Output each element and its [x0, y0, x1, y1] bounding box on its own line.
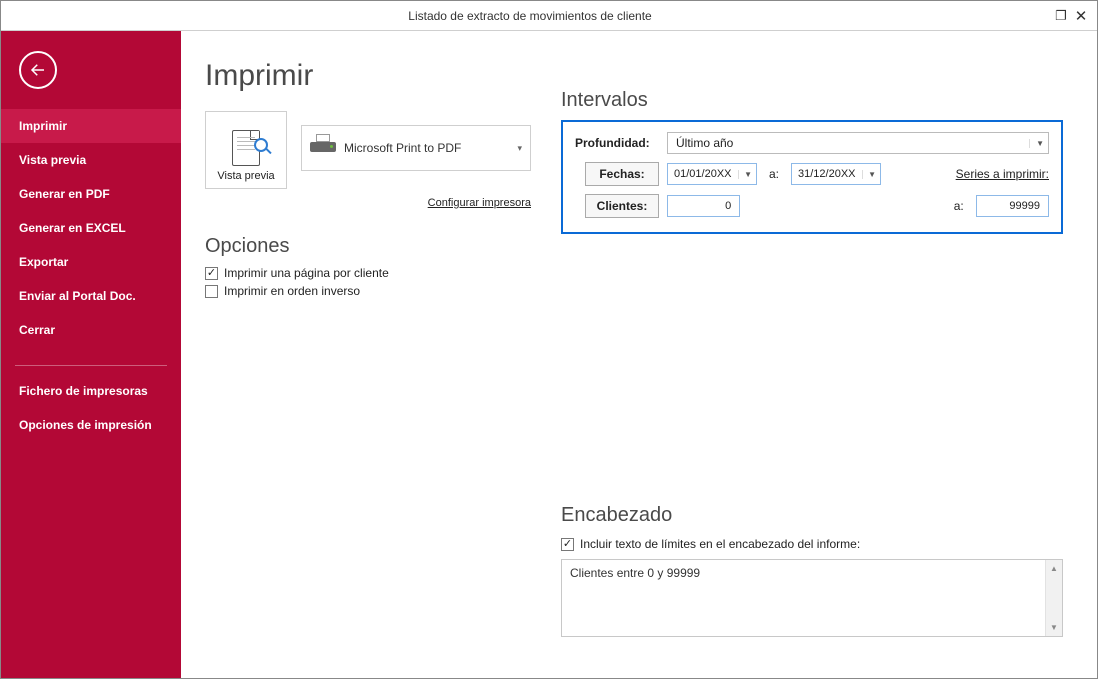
encabezado-text: Clientes entre 0 y 99999 — [570, 566, 700, 580]
checkbox-incluir-limites[interactable] — [561, 538, 574, 551]
close-icon[interactable]: ✕ — [1071, 6, 1091, 26]
checkbox-orden-inverso[interactable] — [205, 285, 218, 298]
profundidad-label: Profundidad: — [575, 136, 659, 150]
printer-name: Microsoft Print to PDF — [344, 141, 509, 155]
sidebar-item-generar-pdf[interactable]: Generar en PDF — [1, 177, 181, 211]
sidebar-separator — [15, 365, 167, 366]
series-a-imprimir-link[interactable]: Series a imprimir: — [956, 167, 1049, 181]
label-pagina-por-cliente: Imprimir una página por cliente — [224, 266, 389, 280]
checkbox-pagina-por-cliente[interactable] — [205, 267, 218, 280]
page-title: Imprimir — [205, 59, 531, 93]
arrow-left-icon — [29, 61, 47, 79]
encabezado-textarea[interactable]: Clientes entre 0 y 99999 ▲ ▼ — [561, 559, 1063, 637]
cliente-hasta-input[interactable]: 99999 — [976, 195, 1049, 217]
fecha-hasta-input[interactable]: 31/12/20XX ▼ — [791, 163, 881, 185]
fecha-desde-input[interactable]: 01/01/20XX ▼ — [667, 163, 757, 185]
a-label-1: a: — [765, 167, 783, 181]
sidebar-item-cerrar[interactable]: Cerrar — [1, 313, 181, 347]
configurar-impresora-link[interactable]: Configurar impresora — [205, 197, 531, 209]
content-area: Imprimir Vista previa Microsoft Print t — [181, 31, 1097, 678]
scroll-up-icon[interactable]: ▲ — [1046, 560, 1062, 577]
chevron-down-icon: ▼ — [738, 170, 752, 179]
sidebar: Imprimir Vista previa Generar en PDF Gen… — [1, 31, 181, 678]
encabezado-heading: Encabezado — [561, 504, 1063, 527]
restore-icon[interactable]: ❐ — [1051, 6, 1071, 26]
intervalos-heading: Intervalos — [561, 89, 1063, 112]
scroll-down-icon[interactable]: ▼ — [1046, 619, 1062, 636]
profundidad-dropdown[interactable]: Último año ▼ — [667, 132, 1049, 154]
vista-previa-button[interactable]: Vista previa — [205, 111, 287, 189]
sidebar-item-imprimir[interactable]: Imprimir — [1, 109, 181, 143]
sidebar-item-opciones-impresion[interactable]: Opciones de impresión — [1, 408, 181, 442]
clientes-button[interactable]: Clientes: — [585, 194, 659, 218]
cliente-desde-input[interactable]: 0 — [667, 195, 740, 217]
fechas-button[interactable]: Fechas: — [585, 162, 659, 186]
label-orden-inverso: Imprimir en orden inverso — [224, 284, 360, 298]
back-button[interactable] — [19, 51, 57, 89]
window-title: Listado de extracto de movimientos de cl… — [9, 9, 1051, 23]
vista-previa-label: Vista previa — [217, 170, 274, 182]
chevron-down-icon: ▼ — [862, 170, 876, 179]
opciones-heading: Opciones — [205, 235, 531, 258]
sidebar-item-enviar-portal[interactable]: Enviar al Portal Doc. — [1, 279, 181, 313]
profundidad-value: Último año — [676, 136, 1029, 150]
sidebar-item-vista-previa[interactable]: Vista previa — [1, 143, 181, 177]
intervalos-panel: Profundidad: Último año ▼ Fechas: 01/01/… — [561, 120, 1063, 234]
title-bar: Listado de extracto de movimientos de cl… — [1, 1, 1097, 31]
scrollbar[interactable]: ▲ ▼ — [1045, 560, 1062, 636]
magnifier-icon — [254, 138, 268, 152]
chevron-down-icon: ▼ — [1029, 139, 1044, 148]
chevron-down-icon: ▾ — [517, 143, 522, 154]
sidebar-item-generar-excel[interactable]: Generar en EXCEL — [1, 211, 181, 245]
label-incluir-limites: Incluir texto de límites en el encabezad… — [580, 537, 860, 551]
sidebar-item-exportar[interactable]: Exportar — [1, 245, 181, 279]
printer-dropdown[interactable]: Microsoft Print to PDF ▾ — [301, 125, 531, 171]
printer-icon — [310, 137, 336, 159]
sidebar-item-fichero-impresoras[interactable]: Fichero de impresoras — [1, 374, 181, 408]
a-label-2: a: — [950, 199, 968, 213]
